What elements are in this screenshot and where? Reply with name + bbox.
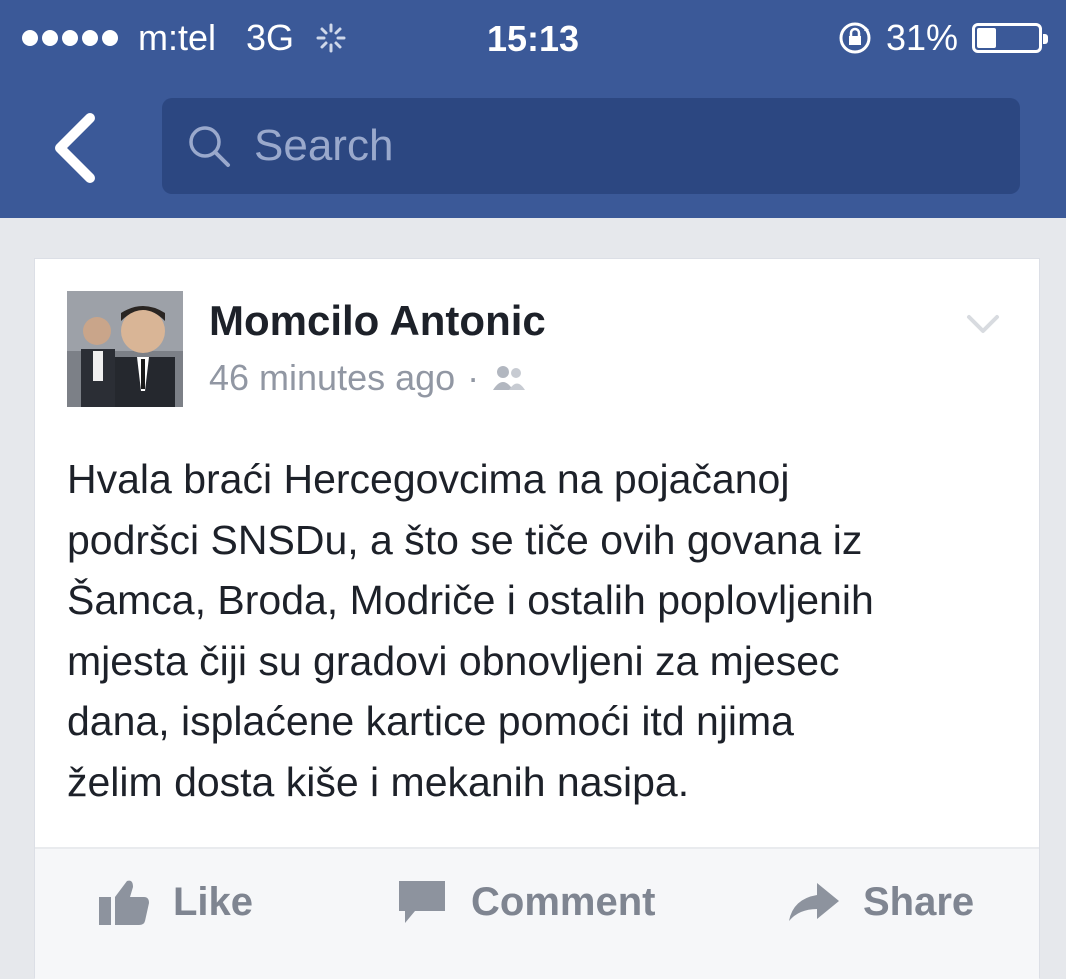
comment-label: Comment <box>471 879 656 924</box>
post-body-line: dana, isplaćene kartice pomoći itd njima <box>67 698 794 744</box>
post-body-line: mjesta čiji su gradovi obnovljeni za mje… <box>67 637 840 684</box>
post-meta: 46 minutes ago · <box>209 357 527 399</box>
avatar[interactable] <box>67 291 183 407</box>
meta-separator: · <box>467 357 480 398</box>
back-button[interactable] <box>46 110 106 186</box>
post-body: Hvala braći Hercegovcima na pojačanoj po… <box>67 449 1017 812</box>
status-right: 31% <box>838 17 1050 58</box>
like-button[interactable]: Like <box>97 877 253 927</box>
chevron-down-icon[interactable] <box>963 309 1003 339</box>
post-body-line: želim dosta kiše i mekanih nasipa. <box>67 758 690 805</box>
share-label: Share <box>863 879 975 924</box>
search-input[interactable] <box>252 120 952 172</box>
comment-button[interactable]: Comment <box>395 877 655 927</box>
search-icon <box>189 126 230 167</box>
thumbs-up-icon <box>99 880 149 925</box>
post-timestamp[interactable]: 46 minutes ago <box>209 357 455 399</box>
battery-percent: 31% <box>885 17 958 58</box>
battery-icon <box>972 23 1048 53</box>
post-body-line: Hvala braći Hercegovcima na pojačanoj <box>67 456 790 502</box>
battery-fill <box>977 28 996 48</box>
search-box[interactable] <box>162 98 1020 194</box>
author-name[interactable]: Momcilo Antonic <box>209 297 546 345</box>
comment-icon <box>399 881 445 923</box>
post-body-line: Šamca, Broda, Modriče i ostalih poplovlj… <box>67 577 874 623</box>
nav-bar <box>0 78 1066 218</box>
share-button[interactable]: Share <box>787 877 974 927</box>
post-card: Momcilo Antonic 46 minutes ago · Hvala b… <box>34 258 1040 979</box>
post-body-line: podršci SNSDu, a što se tiče ovih govana… <box>67 516 863 563</box>
status-bar: m:tel 3G 15:13 31% <box>0 0 1066 78</box>
like-label: Like <box>173 879 254 924</box>
share-icon <box>789 883 839 921</box>
post-actions: Like Comment Share <box>35 849 1039 979</box>
rotation-lock-icon <box>839 22 871 54</box>
friends-icon[interactable] <box>491 364 527 392</box>
